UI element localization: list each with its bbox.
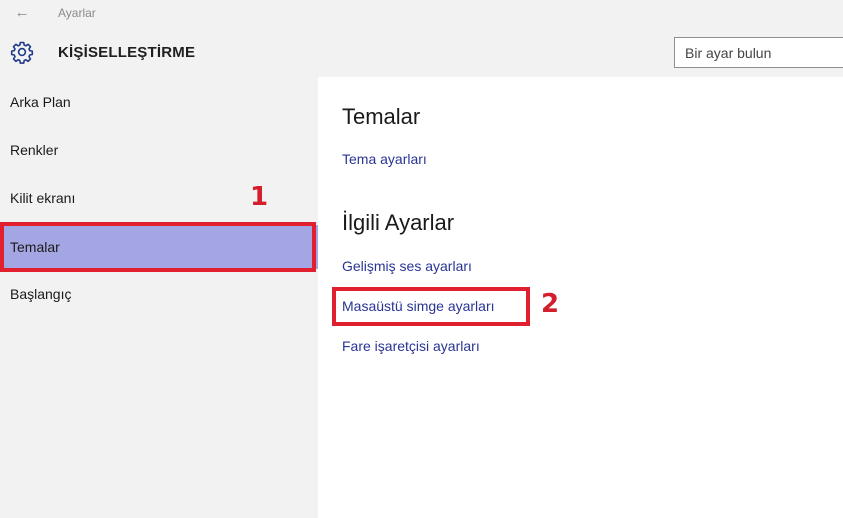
annotation-number-1: 1 xyxy=(250,182,269,212)
main-content: Temalar Tema ayarları İlgili Ayarlar Gel… xyxy=(318,77,843,518)
desktop-icon-settings-link[interactable]: Masaüstü simge ayarları xyxy=(342,298,495,314)
annotation-number-2: 2 xyxy=(541,289,560,319)
themes-heading: Temalar xyxy=(342,104,421,129)
page-title: KİŞİSELLEŞTİRME xyxy=(58,44,196,61)
related-settings-heading: İlgili Ayarlar xyxy=(342,210,455,235)
app-title: Ayarlar xyxy=(58,6,96,20)
sidebar-item-baslangic[interactable]: Başlangıç xyxy=(0,274,318,314)
title-bar: ← Ayarlar xyxy=(0,0,843,28)
sidebar-item-temalar[interactable]: Temalar xyxy=(0,225,318,269)
sidebar: Arka Plan Renkler Kilit ekranı Temalar B… xyxy=(0,77,318,518)
sidebar-item-arka-plan[interactable]: Arka Plan xyxy=(0,82,318,122)
page-header: KİŞİSELLEŞTİRME xyxy=(0,28,843,77)
back-arrow-icon[interactable]: ← xyxy=(10,3,34,23)
theme-settings-link[interactable]: Tema ayarları xyxy=(342,151,427,167)
sidebar-item-renkler[interactable]: Renkler xyxy=(0,130,318,170)
sidebar-item-kilit-ekrani[interactable]: Kilit ekranı xyxy=(0,178,318,218)
mouse-pointer-settings-link[interactable]: Fare işaretçisi ayarları xyxy=(342,338,480,354)
advanced-sound-settings-link[interactable]: Gelişmiş ses ayarları xyxy=(342,258,472,274)
search-input[interactable] xyxy=(674,37,843,68)
gear-icon xyxy=(10,41,34,64)
